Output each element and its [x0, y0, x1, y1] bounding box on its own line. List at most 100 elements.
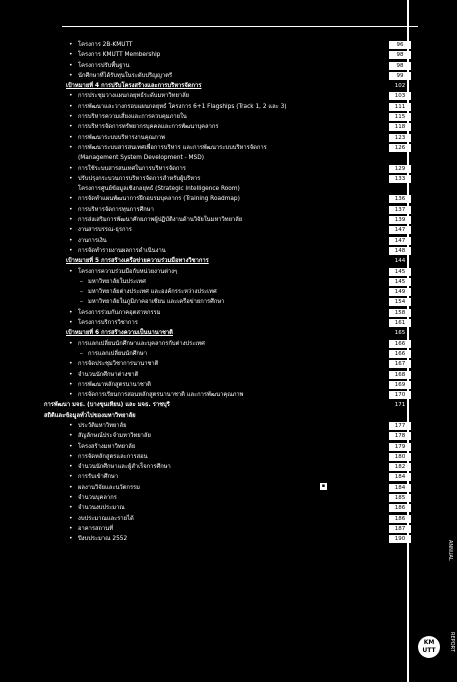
- toc-page-number: 166: [389, 339, 411, 348]
- toc-entry: • การบริหารจัดการทุนการศึกษา 137: [66, 205, 411, 215]
- toc-entry: โครงการศูนย์ข้อมูลเชิงกลยุทธ์ (Strategic…: [66, 184, 411, 194]
- bullet-icon: •: [69, 71, 73, 79]
- toc-entry-title: มหาวิทยาลัยต่างประเทศ และองค์กรระหว่างปร…: [88, 289, 217, 296]
- toc-entry: • การจัดหลักสูตรและการสอน 180: [66, 452, 411, 462]
- kmutt-logo: KM UTT: [418, 636, 440, 658]
- toc-page-number: 118: [389, 123, 411, 132]
- toc-page-number: 111: [389, 102, 411, 111]
- toc-entry: – การแลกเปลี่ยนนักศึกษา 166: [66, 349, 411, 359]
- toc-entry-title: การใช้ระบบสารสนเทศในการบริหารจัดการ: [78, 165, 186, 172]
- toc-entry-title: งานการเงิน: [78, 237, 107, 244]
- toc-entry: • โครงการ KMUTT Membership 98: [66, 50, 411, 60]
- toc-entry: • ปีงบประมาณ 2552 190: [66, 534, 411, 544]
- toc-entry-title: โครงสร้างมหาวิทยาลัย: [78, 443, 136, 450]
- toc-page-number: 98: [389, 61, 411, 70]
- toc-entry: • โครงการปรับพื้นฐาน 98: [66, 61, 411, 71]
- toc-page-number: 179: [389, 442, 411, 451]
- bullet-icon: •: [69, 370, 73, 378]
- bullet-icon: •: [69, 236, 73, 244]
- bullet-icon: •: [69, 164, 73, 172]
- bullet-icon: •: [69, 51, 73, 59]
- bullet-icon: •: [69, 61, 73, 69]
- bullet-icon: •: [69, 442, 73, 450]
- toc-entry-title: จำนวนบุคลากร: [78, 495, 117, 502]
- toc-page-number: 170: [389, 391, 411, 400]
- toc-entry: • งานสารบรรณ-ธุรการ 147: [66, 225, 411, 235]
- toc-entry-title: การพัฒนาและวางกรอบแผนกลยุทธ์ โครงการ 6+1…: [78, 103, 287, 110]
- toc-section: เป้าหมายที่ 5 การสร้างเครือข่ายความร่วมม…: [66, 256, 411, 266]
- toc-entry: • ประวัติมหาวิทยาลัย 177: [66, 421, 411, 431]
- toc-entry: (Management System Development - MSD): [66, 153, 411, 163]
- toc-entry-title: โครงการ 2B-KMUTT: [78, 42, 133, 48]
- toc-entry: • โครงการความร่วมมือกับหน่วยงานต่างๆ 145: [66, 267, 411, 277]
- toc-entry: • จำนวนนักศึกษาต่างชาติ 168: [66, 370, 411, 380]
- toc-entry-title: ปีงบประมาณ 2552: [78, 536, 128, 543]
- toc-page-number: 115: [389, 113, 411, 122]
- toc-entry: • การแลกเปลี่ยนนักศึกษาและบุคลากรกับต่างป…: [66, 339, 411, 349]
- toc-page-number: 187: [389, 524, 411, 533]
- toc-entry: • การจัดทำแผนพัฒนาการฝึกอบรมบุคลากร (Trai…: [66, 194, 411, 204]
- toc-entry: • การส่งเสริมการพัฒนาศักยภาพผู้ปฏิบัติงาน…: [66, 215, 411, 225]
- toc-page-number: 186: [389, 514, 411, 523]
- bullet-icon: •: [69, 113, 73, 121]
- toc-page-number: 171: [394, 402, 406, 409]
- toc-entry-title: การจัดหลักสูตรและการสอน: [78, 453, 148, 460]
- toc-entry: • จำนวนงบประมาณ 186: [66, 503, 411, 513]
- toc-entry-title: การส่งเสริมการพัฒนาศักยภาพผู้ปฏิบัติงานด…: [78, 217, 243, 224]
- toc-entry: – มหาวิทยาลัยในประเทศ 145: [66, 277, 411, 287]
- bullet-icon: •: [69, 308, 73, 316]
- bullet-icon: •: [69, 514, 73, 522]
- bullet-icon: •: [69, 267, 73, 275]
- toc-page-number: 149: [389, 288, 411, 297]
- toc-page-number: 99: [389, 71, 411, 80]
- bullet-icon: •: [69, 452, 73, 460]
- toc-page-number: 169: [389, 380, 411, 389]
- toc-entry-title: งานสารบรรณ-ธุรการ: [78, 227, 132, 234]
- bullet-icon: •: [69, 421, 73, 429]
- toc-section: เป้าหมายที่ 4 การปรับโครงสร้างและการบริห…: [66, 81, 411, 91]
- bullet-icon: •: [69, 133, 73, 141]
- toc-page-number: 96: [389, 41, 411, 49]
- toc-entry-title: สัญลักษณ์ประจำมหาวิทยาลัย: [78, 433, 151, 440]
- toc-entry-title: โครงการบริการวิชาการ: [78, 320, 138, 327]
- toc-entry: • โครงการบริการวิชาการ 161: [66, 318, 411, 328]
- toc-entry-title: เป้าหมายที่ 5 การสร้างเครือข่ายความร่วมม…: [66, 258, 209, 265]
- toc-entry: • การจัดประชุมวิชาการนานาชาติ 167: [66, 359, 411, 369]
- bullet-icon: •: [69, 226, 73, 234]
- toc-entry: • ผลงานวิจัยและนวัตกรรม 184: [66, 483, 411, 493]
- toc-page-number: 103: [389, 92, 411, 101]
- toc-entry: • จำนวนนักศึกษาและผู้สำเร็จการศึกษา 182: [66, 462, 411, 472]
- toc-entry-title: การพัฒนา มจธ. (บางขุนเทียน) และ มจธ. ราช…: [44, 402, 170, 409]
- toc-entry: • การจัดการเรียนการสอนหลักสูตรนานาชาติ แล…: [66, 390, 411, 400]
- bullet-icon: •: [69, 380, 73, 388]
- toc-entry: • การบริหารความเสี่ยงและการควบคุมภายใน 115: [66, 112, 411, 122]
- edge-label: ANNUAL: [447, 540, 453, 561]
- toc-entry: • อาคารสถานที่ 187: [66, 524, 411, 534]
- toc-page-number: 154: [389, 298, 411, 307]
- toc-page-number: 147: [389, 236, 411, 245]
- toc-entry: • งบประมาณและรายได้ 186: [66, 514, 411, 524]
- bullet-icon: –: [80, 277, 83, 285]
- toc-entry: • การใช้ระบบสารสนเทศในการบริหารจัดการ 129: [66, 164, 411, 174]
- bullet-icon: •: [69, 463, 73, 471]
- toc-entry-title: งบประมาณและรายได้: [78, 515, 134, 522]
- toc-entry-title: การพัฒนาระบบบริหารงานคุณภาพ: [78, 134, 165, 141]
- toc-entry: • การบริหารจัดการทรัพยากรบุคคลและการพัฒนา…: [66, 122, 411, 132]
- toc-entry: • โครงการ 2B-KMUTT 96: [66, 40, 411, 50]
- toc-entry: • จำนวนบุคลากร 185: [66, 493, 411, 503]
- toc-page-number: 177: [389, 421, 411, 430]
- toc-entry: • ปรับปรุงกระบวนการบริหารจัดการสำหรับผู้บ…: [66, 174, 411, 184]
- bullet-icon: •: [69, 524, 73, 532]
- toc-entry-title: เป้าหมายที่ 6 การสร้างความเป็นนานาชาติ: [66, 330, 173, 337]
- toc-entry: • สัญลักษณ์ประจำมหาวิทยาลัย 178: [66, 431, 411, 441]
- toc-page-number: 184: [389, 483, 411, 492]
- bullet-icon: •: [69, 92, 73, 100]
- toc-page-number: 161: [389, 319, 411, 328]
- toc-entry-title: ประวัติมหาวิทยาลัย: [78, 422, 127, 429]
- toc-entry-title: ปรับปรุงกระบวนการบริหารจัดการสำหรับผู้บร…: [78, 175, 201, 182]
- toc-entry-title: การบริหารจัดการทรัพยากรบุคคลและการพัฒนาบ…: [78, 124, 219, 131]
- toc-entry-title: สถิติและข้อมูลทั่วไปของมหาวิทยาลัย: [44, 412, 136, 419]
- toc-entry: • การพัฒนาระบบบริหารงานคุณภาพ 123: [66, 133, 411, 143]
- bullet-icon: •: [69, 432, 73, 440]
- bullet-icon: •: [69, 174, 73, 182]
